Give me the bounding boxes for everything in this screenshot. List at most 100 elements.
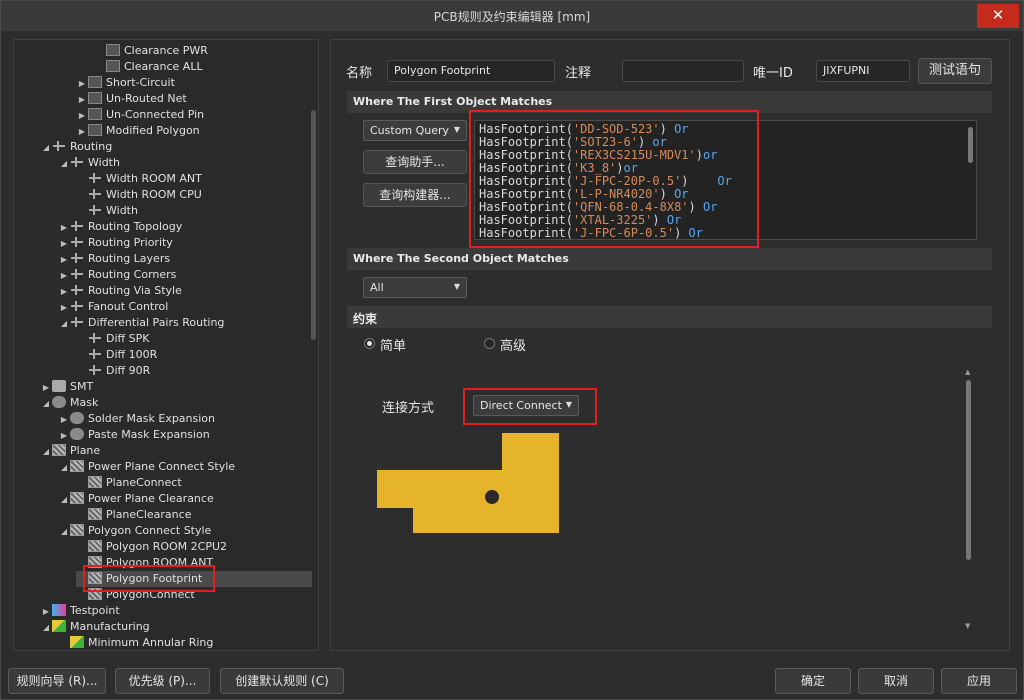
expand-arrow-icon[interactable]: ◢: [58, 524, 70, 540]
expand-arrow-icon[interactable]: ▶: [58, 220, 70, 236]
tree-item[interactable]: ▶ Fanout Control: [58, 299, 312, 315]
scroll-down-icon[interactable]: ▼: [965, 622, 970, 630]
test-query-button[interactable]: 测试语句: [918, 58, 992, 84]
expand-arrow-icon[interactable]: ◢: [58, 460, 70, 476]
tree-item-label: Minimum Annular Ring: [88, 636, 214, 649]
second-match-combo[interactable]: All ▼: [363, 277, 467, 298]
cancel-button[interactable]: 取消: [858, 668, 934, 694]
first-match-combo[interactable]: Custom Query ▼: [363, 120, 467, 141]
tree-item[interactable]: ▶ Un-Connected Pin: [76, 107, 312, 123]
tree-item[interactable]: ▶ Routing Priority: [58, 235, 312, 251]
testpoint-icon: [52, 604, 66, 616]
tree-item[interactable]: ▶ Un-Routed Net: [76, 91, 312, 107]
plane-icon: [52, 444, 66, 456]
tree-item[interactable]: ◢ Routing: [40, 139, 312, 155]
expand-arrow-icon[interactable]: ◢: [40, 396, 52, 412]
advanced-radio[interactable]: [484, 338, 495, 349]
apply-button[interactable]: 应用: [941, 668, 1017, 694]
tree-item[interactable]: PlaneConnect: [76, 475, 312, 491]
tree-item[interactable]: Width: [76, 203, 312, 219]
tree-item-label: PlaneConnect: [106, 476, 182, 489]
query-scrollbar[interactable]: [968, 127, 973, 163]
window-title: PCB规则及约束编辑器 [mm]: [433, 10, 591, 24]
plane-icon: [70, 460, 84, 472]
rule-detail-panel: 名称 Polygon Footprint 注释 唯一ID JIXFUPNI 测试…: [330, 39, 1010, 651]
expand-arrow-icon[interactable]: ▶: [58, 252, 70, 268]
expand-arrow-icon[interactable]: ▶: [76, 108, 88, 124]
comment-label: 注释: [565, 66, 592, 81]
ok-button[interactable]: 确定: [775, 668, 851, 694]
expand-arrow-icon[interactable]: ▶: [58, 284, 70, 300]
name-label: 名称: [346, 66, 373, 81]
expand-arrow-icon[interactable]: ▶: [76, 124, 88, 140]
expand-arrow-icon[interactable]: ◢: [58, 316, 70, 332]
tree-item[interactable]: ◢ Plane: [40, 443, 312, 459]
tree-item-label: Routing: [70, 140, 113, 153]
tree-item[interactable]: Clearance ALL: [94, 59, 312, 75]
expand-arrow-icon[interactable]: ▶: [76, 92, 88, 108]
expand-arrow-icon[interactable]: ▶: [76, 76, 88, 92]
expand-arrow-icon[interactable]: ◢: [58, 492, 70, 508]
tree-item[interactable]: ◢ Differential Pairs Routing: [58, 315, 312, 331]
tree-item-label: Width ROOM ANT: [106, 172, 202, 185]
expand-arrow-icon[interactable]: ◢: [40, 140, 52, 156]
constraint-scrollbar[interactable]: ▲ ▼: [965, 368, 972, 630]
tree-item[interactable]: ◢ Polygon Connect Style: [58, 523, 312, 539]
routing-icon: [70, 220, 84, 232]
tree-item-label: Clearance ALL: [124, 60, 203, 73]
routing-icon: [88, 204, 102, 216]
tree-item[interactable]: ▶ Routing Via Style: [58, 283, 312, 299]
expand-arrow-icon[interactable]: ▶: [58, 428, 70, 444]
create-default-rules-button[interactable]: 创建默认规则 (C): [220, 668, 344, 694]
expand-arrow-icon[interactable]: ▶: [58, 268, 70, 284]
expand-arrow-icon[interactable]: ◢: [58, 156, 70, 172]
tree-item-label: Manufacturing: [70, 620, 150, 633]
tree-item[interactable]: ◢ Manufacturing: [40, 619, 312, 635]
tree-item[interactable]: ▶ Routing Layers: [58, 251, 312, 267]
tree-item[interactable]: ▶ Routing Topology: [58, 219, 312, 235]
tree-item[interactable]: Diff 100R: [76, 347, 312, 363]
tree-item[interactable]: ▶ Testpoint: [40, 603, 312, 619]
expand-arrow-icon[interactable]: ◢: [40, 444, 52, 460]
rule-wizard-button[interactable]: 规则向导 (R)...: [8, 668, 106, 694]
close-button[interactable]: ✕: [977, 4, 1019, 28]
tree-item[interactable]: Diff 90R: [76, 363, 312, 379]
priority-button[interactable]: 优先级 (P)...: [115, 668, 210, 694]
query-helper-button[interactable]: 查询助手...: [363, 150, 467, 174]
tree-item[interactable]: ◢ Width: [58, 155, 312, 171]
second-match-header: Where The Second Object Matches: [347, 248, 992, 270]
name-field[interactable]: Polygon Footprint: [387, 60, 555, 82]
scroll-thumb[interactable]: [966, 380, 971, 560]
tree-item[interactable]: ▶ Paste Mask Expansion: [58, 427, 312, 443]
expand-arrow-icon[interactable]: ▶: [40, 604, 52, 620]
tree-item[interactable]: ▶ Solder Mask Expansion: [58, 411, 312, 427]
rules-tree[interactable]: Clearance PWR Clearance ALL ▶ Short-Circuit…: [13, 39, 319, 651]
rule-icon: [106, 44, 120, 56]
expand-arrow-icon[interactable]: ▶: [58, 236, 70, 252]
tree-item[interactable]: ▶ SMT: [40, 379, 312, 395]
tree-item[interactable]: Width ROOM CPU: [76, 187, 312, 203]
expand-arrow-icon[interactable]: ▶: [58, 300, 70, 316]
tree-item[interactable]: ◢ Power Plane Connect Style: [58, 459, 312, 475]
expand-arrow-icon[interactable]: ◢: [40, 620, 52, 636]
tree-item[interactable]: Diff SPK: [76, 331, 312, 347]
tree-item[interactable]: Minimum Annular Ring: [58, 635, 312, 650]
tree-item[interactable]: ▶ Short-Circuit: [76, 75, 312, 91]
simple-radio[interactable]: [364, 338, 375, 349]
uid-field[interactable]: JIXFUPNI: [816, 60, 910, 82]
tree-item[interactable]: ▶ Modified Polygon: [76, 123, 312, 139]
tree-item[interactable]: ▶ Routing Corners: [58, 267, 312, 283]
tree-item[interactable]: PlaneClearance: [76, 507, 312, 523]
query-builder-button[interactable]: 查询构建器...: [363, 183, 467, 207]
tree-item[interactable]: Polygon ROOM 2CPU2: [76, 539, 312, 555]
tree-item[interactable]: ◢ Mask: [40, 395, 312, 411]
scroll-up-icon[interactable]: ▲: [965, 368, 970, 376]
plane-icon: [88, 476, 102, 488]
expand-arrow-icon[interactable]: ▶: [58, 412, 70, 428]
tree-item[interactable]: Clearance PWR: [94, 43, 312, 59]
tree-item[interactable]: ◢ Power Plane Clearance: [58, 491, 312, 507]
comment-field[interactable]: [622, 60, 744, 82]
tree-item-label: Diff 100R: [106, 348, 158, 361]
tree-item[interactable]: Width ROOM ANT: [76, 171, 312, 187]
expand-arrow-icon[interactable]: ▶: [40, 380, 52, 396]
